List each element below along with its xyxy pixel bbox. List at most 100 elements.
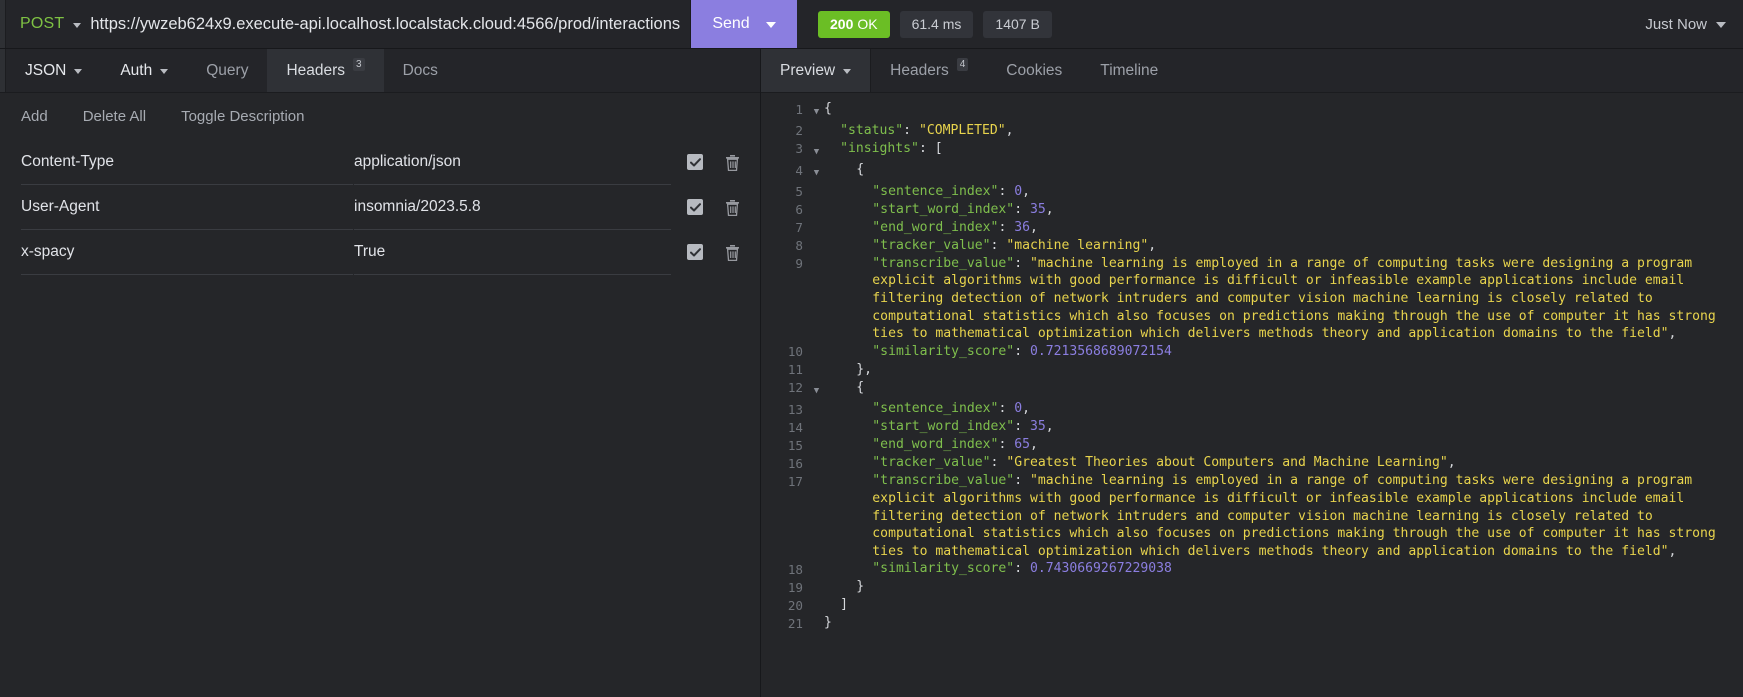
json-token-n: 35 xyxy=(1029,419,1046,435)
status-code: 200 xyxy=(830,16,854,32)
fold-toggle-icon[interactable]: ▼ xyxy=(809,140,824,162)
line-number: 8 xyxy=(795,238,803,254)
line-number: 9 xyxy=(795,256,803,272)
tab-label: Cookies xyxy=(1006,61,1063,79)
tab-json[interactable]: JSON xyxy=(6,49,101,92)
response-time-badge[interactable]: 61.4 ms xyxy=(899,10,974,38)
delete-all-button[interactable]: Delete All xyxy=(83,108,146,125)
url-input-group[interactable]: POST https://ywzeb624x9.execute-api.loca… xyxy=(6,0,691,48)
tab-cookies[interactable]: Cookies xyxy=(987,49,1081,92)
tab-label: JSON xyxy=(25,61,67,79)
code-text: ] xyxy=(824,596,1743,614)
header-value-text: True xyxy=(354,242,386,260)
chevron-down-icon[interactable] xyxy=(1716,22,1726,28)
trash-icon[interactable] xyxy=(725,244,740,261)
code-text: "transcribe_value": "machine learning is… xyxy=(824,472,1743,560)
code-line: 20] xyxy=(761,596,1743,614)
line-number: 1 xyxy=(795,101,803,117)
line-number: 15 xyxy=(787,437,803,453)
header-name-input[interactable]: x-spacy xyxy=(21,230,353,275)
json-token-p: { xyxy=(856,162,865,178)
json-token-s: "COMPLETED" xyxy=(918,122,1006,138)
tab-label: Docs xyxy=(402,61,438,79)
code-text: "tracker_value": "Greatest Theories abou… xyxy=(824,454,1743,472)
toggle-description-button[interactable]: Toggle Description xyxy=(181,108,304,125)
code-text: "similarity_score": 0.7213568689072154 xyxy=(824,343,1743,361)
json-token-p: , xyxy=(1022,401,1030,417)
code-line: 6 "start_word_index": 35, xyxy=(761,201,1743,219)
trash-icon[interactable] xyxy=(725,154,740,171)
line-number: 17 xyxy=(787,473,803,489)
response-size-badge[interactable]: 1407 B xyxy=(983,10,1052,38)
header-name-input[interactable]: Content-Type xyxy=(21,140,353,185)
chevron-down-icon[interactable] xyxy=(160,69,169,74)
code-text: { xyxy=(824,161,1743,179)
header-name-input[interactable]: User-Agent xyxy=(21,185,353,230)
json-token-k: "similarity_score" xyxy=(872,561,1015,577)
add-button[interactable]: Add xyxy=(21,108,48,125)
code-line: 3 ▼ "insights": [ xyxy=(761,140,1743,162)
line-number: 5 xyxy=(795,184,803,200)
response-preview-body[interactable]: 1 ▼{2 "status": "COMPLETED", 3 ▼ "insights": … xyxy=(761,93,1743,697)
chevron-down-icon[interactable] xyxy=(74,69,83,74)
tab-docs[interactable]: Docs xyxy=(384,49,457,92)
status-text: OK xyxy=(857,16,878,32)
chevron-down-icon[interactable] xyxy=(73,22,82,28)
fold-toggle-icon[interactable]: ▼ xyxy=(809,379,824,401)
tab-label: Query xyxy=(206,61,249,79)
tab-headers[interactable]: Headers 4 xyxy=(871,49,987,92)
chevron-down-icon[interactable] xyxy=(843,69,852,74)
tab-headers[interactable]: Headers 3 xyxy=(267,49,384,92)
json-token-k: "transcribe_value" xyxy=(872,473,1015,489)
json-token-k: "status" xyxy=(840,122,904,138)
headers-table: Content-Type application/json User-Agent in… xyxy=(0,140,760,275)
tab-auth[interactable]: Auth xyxy=(101,49,187,92)
url-input[interactable]: https://ywzeb624x9.execute-api.localhost… xyxy=(90,15,680,34)
header-enabled-checkbox[interactable] xyxy=(687,154,703,170)
row-controls xyxy=(671,140,740,185)
line-number: 20 xyxy=(787,597,803,613)
send-options-chevron-down-icon[interactable] xyxy=(765,22,776,28)
code-text: "start_word_index": 35, xyxy=(824,418,1743,436)
tab-preview[interactable]: Preview xyxy=(761,49,871,92)
http-method-label[interactable]: POST xyxy=(20,15,64,33)
json-token-p: , xyxy=(1447,455,1456,471)
header-value-input[interactable]: True xyxy=(354,230,671,275)
response-history-dropdown[interactable]: Just Now xyxy=(1645,16,1726,33)
header-enabled-checkbox[interactable] xyxy=(687,199,703,215)
request-pane: JSON Auth Query Headers 3 Docs Add Delete All T… xyxy=(0,49,761,697)
tab-timeline[interactable]: Timeline xyxy=(1081,49,1177,92)
line-number: 14 xyxy=(787,419,803,435)
json-token-k: "insights" xyxy=(840,140,919,156)
check-icon xyxy=(689,247,701,256)
code-text: "sentence_index": 0, xyxy=(824,183,1743,201)
code-line: 16 "tracker_value": "Greatest Theories ab… xyxy=(761,454,1743,472)
header-enabled-checkbox[interactable] xyxy=(687,244,703,260)
fold-toggle-icon[interactable]: ▼ xyxy=(809,161,824,183)
header-value-input[interactable]: application/json xyxy=(354,140,671,185)
fold-toggle-icon[interactable]: ▼ xyxy=(809,100,824,122)
header-value-input[interactable]: insomnia/2023.5.8 xyxy=(354,185,671,230)
json-token-p: : xyxy=(1014,343,1030,359)
header-name-value: Content-Type xyxy=(21,152,115,170)
json-token-p: : xyxy=(1014,255,1030,271)
line-number: 13 xyxy=(787,401,803,417)
code-line: 10 "similarity_score": 0.7213568689072154 xyxy=(761,343,1743,361)
code-line: 21} xyxy=(761,614,1743,632)
json-token-k: "end_word_index" xyxy=(872,219,999,235)
line-number: 16 xyxy=(787,455,803,471)
tab-query[interactable]: Query xyxy=(187,49,267,92)
trash-icon[interactable] xyxy=(725,199,740,216)
json-token-k: "transcribe_value" xyxy=(872,255,1015,271)
check-icon xyxy=(689,202,701,211)
json-token-p: : xyxy=(1014,201,1030,217)
status-badge[interactable]: 200 OK xyxy=(818,10,890,38)
send-button[interactable]: Send xyxy=(691,0,797,48)
